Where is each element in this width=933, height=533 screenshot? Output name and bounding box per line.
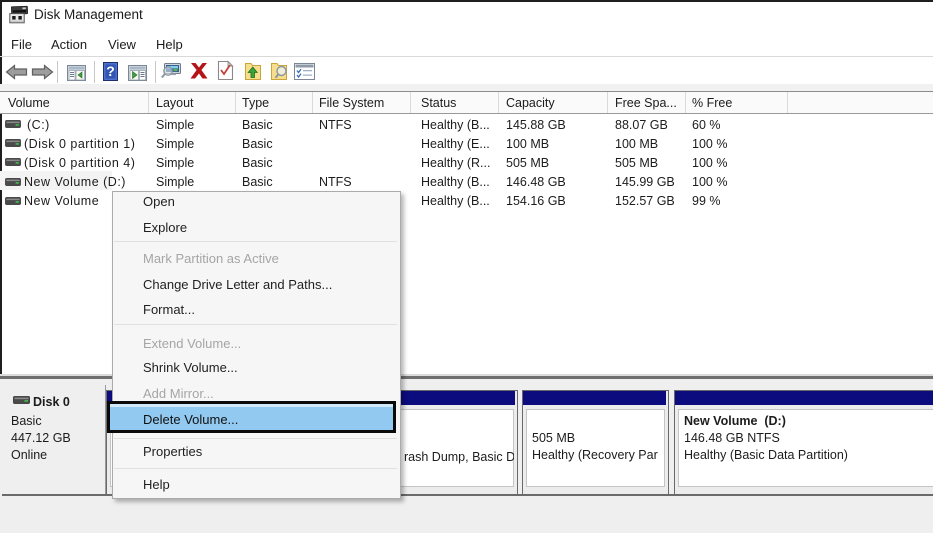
svg-text:?: ? bbox=[106, 63, 115, 79]
